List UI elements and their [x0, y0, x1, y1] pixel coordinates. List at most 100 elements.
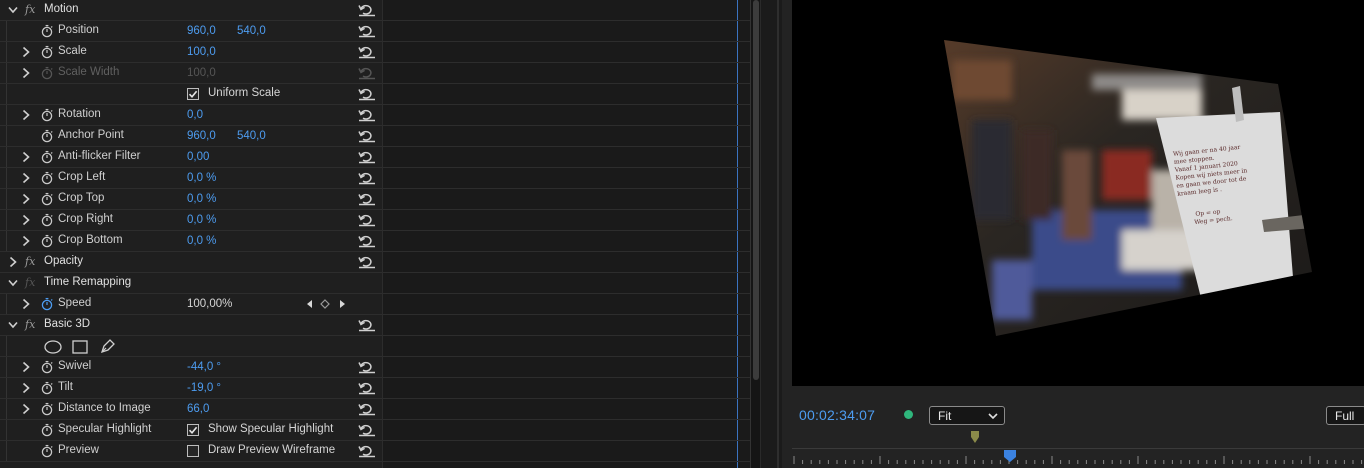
reset-icon[interactable]: [358, 381, 376, 395]
reset-icon[interactable]: [358, 423, 376, 437]
property-value[interactable]: 960,0: [187, 25, 216, 37]
effect-keyframe-timeline[interactable]: [382, 0, 750, 468]
chevron-right-icon[interactable]: [21, 151, 31, 163]
chevron-right-icon[interactable]: [21, 193, 31, 205]
timeline-row: [383, 42, 750, 63]
timeline-row: [383, 441, 750, 462]
stopwatch-icon[interactable]: [40, 381, 54, 395]
reset-icon[interactable]: [358, 444, 376, 458]
property-value[interactable]: 100,0: [187, 46, 216, 58]
stopwatch-icon[interactable]: [40, 66, 54, 80]
stopwatch-icon[interactable]: [40, 108, 54, 122]
property-value[interactable]: 0,00: [187, 151, 209, 163]
fx-toggle-icon[interactable]: fx: [25, 255, 35, 268]
reset-icon[interactable]: [358, 87, 376, 101]
scrollbar-thumb[interactable]: [753, 0, 759, 380]
checkbox[interactable]: [187, 445, 199, 457]
property-value[interactable]: 0,0 %: [187, 193, 216, 205]
stopwatch-icon[interactable]: [40, 24, 54, 38]
reset-icon[interactable]: [358, 192, 376, 206]
property-value[interactable]: 0,0 %: [187, 172, 216, 184]
monitor-time-ruler[interactable]: [792, 448, 1364, 468]
property-value[interactable]: 960,0: [187, 130, 216, 142]
zoom-level-select[interactable]: Fit: [929, 406, 1005, 425]
reset-icon[interactable]: [358, 3, 376, 17]
reset-icon[interactable]: [358, 150, 376, 164]
pen-mask-icon[interactable]: [99, 339, 115, 355]
property-value[interactable]: 0,0 %: [187, 235, 216, 247]
rectangle-mask-icon[interactable]: [72, 340, 88, 354]
chevron-right-icon[interactable]: [21, 109, 31, 121]
chevron-right-icon[interactable]: [21, 382, 31, 394]
next-keyframe-icon[interactable]: [337, 297, 347, 311]
reset-icon[interactable]: [358, 360, 376, 374]
chevron-down-icon[interactable]: [8, 4, 18, 16]
reset-icon[interactable]: [358, 171, 376, 185]
reset-icon[interactable]: [358, 108, 376, 122]
property-value[interactable]: 0,0 %: [187, 214, 216, 226]
in-point-marker[interactable]: [971, 431, 979, 443]
playback-resolution-select[interactable]: Full: [1326, 406, 1364, 425]
stopwatch-icon[interactable]: [40, 45, 54, 59]
fx-toggle-icon[interactable]: fx: [25, 276, 35, 289]
chevron-right-icon[interactable]: [21, 298, 31, 310]
checkbox[interactable]: [187, 88, 199, 100]
effect-section-basic-3d: fx Basic 3D: [0, 315, 382, 336]
stopwatch-icon[interactable]: [40, 213, 54, 227]
reset-icon[interactable]: [358, 402, 376, 416]
chevron-right-icon[interactable]: [21, 235, 31, 247]
chevron-right-icon[interactable]: [21, 172, 31, 184]
stopwatch-icon[interactable]: [40, 234, 54, 248]
fx-toggle-icon[interactable]: fx: [25, 318, 35, 331]
ellipse-mask-icon[interactable]: [44, 340, 62, 354]
stopwatch-icon[interactable]: [40, 150, 54, 164]
property-value[interactable]: -19,0 °: [187, 382, 221, 394]
chevron-down-icon[interactable]: [8, 277, 18, 289]
chevron-right-icon[interactable]: [21, 403, 31, 415]
video-preview[interactable]: Wij gaan er na 40 jaar mee stoppen. Vana…: [792, 0, 1364, 386]
stopwatch-icon[interactable]: [40, 423, 54, 437]
stopwatch-icon[interactable]: [40, 297, 54, 311]
mask-tools-row: [0, 336, 382, 357]
property-value-y[interactable]: 540,0: [237, 25, 266, 37]
chevron-right-icon[interactable]: [21, 46, 31, 58]
stopwatch-icon[interactable]: [40, 192, 54, 206]
property-row-crop-top: Crop Top 0,0 %: [0, 189, 382, 210]
reset-icon[interactable]: [358, 234, 376, 248]
property-value-y[interactable]: 540,0: [237, 130, 266, 142]
property-value[interactable]: 100,0: [187, 67, 216, 79]
effect-controls-scrollbar[interactable]: [750, 0, 760, 468]
checkbox[interactable]: [187, 424, 199, 436]
reset-icon[interactable]: [358, 213, 376, 227]
chevron-right-icon[interactable]: [8, 256, 18, 268]
reset-icon[interactable]: [358, 24, 376, 38]
reset-icon[interactable]: [358, 66, 376, 80]
stopwatch-icon[interactable]: [40, 402, 54, 416]
reset-icon[interactable]: [358, 255, 376, 269]
chevron-down-icon[interactable]: [8, 319, 18, 331]
property-value[interactable]: -44,0 °: [187, 361, 221, 373]
timeline-row: [383, 147, 750, 168]
chevron-right-icon[interactable]: [21, 361, 31, 373]
panel-divider[interactable]: [760, 0, 782, 468]
stopwatch-icon[interactable]: [40, 171, 54, 185]
property-name: Position: [58, 24, 99, 36]
chevron-right-icon[interactable]: [21, 67, 31, 79]
fx-toggle-icon[interactable]: fx: [25, 3, 35, 16]
property-row-swivel: Swivel -44,0 °: [0, 357, 382, 378]
chevron-right-icon[interactable]: [21, 214, 31, 226]
property-value[interactable]: 100,00%: [187, 298, 232, 310]
property-value[interactable]: 0,0: [187, 109, 203, 121]
add-keyframe-icon[interactable]: [320, 297, 330, 311]
reset-icon[interactable]: [358, 45, 376, 59]
previous-keyframe-icon[interactable]: [305, 297, 315, 311]
stopwatch-icon[interactable]: [40, 129, 54, 143]
reset-icon[interactable]: [358, 318, 376, 332]
stopwatch-icon[interactable]: [40, 444, 54, 458]
property-value[interactable]: 66,0: [187, 403, 209, 415]
stopwatch-icon[interactable]: [40, 360, 54, 374]
reset-icon[interactable]: [358, 129, 376, 143]
playhead-timecode[interactable]: 00:02:34:07: [799, 407, 875, 423]
playhead-marker[interactable]: [1004, 450, 1016, 462]
checkbox-label: Uniform Scale: [208, 87, 281, 99]
